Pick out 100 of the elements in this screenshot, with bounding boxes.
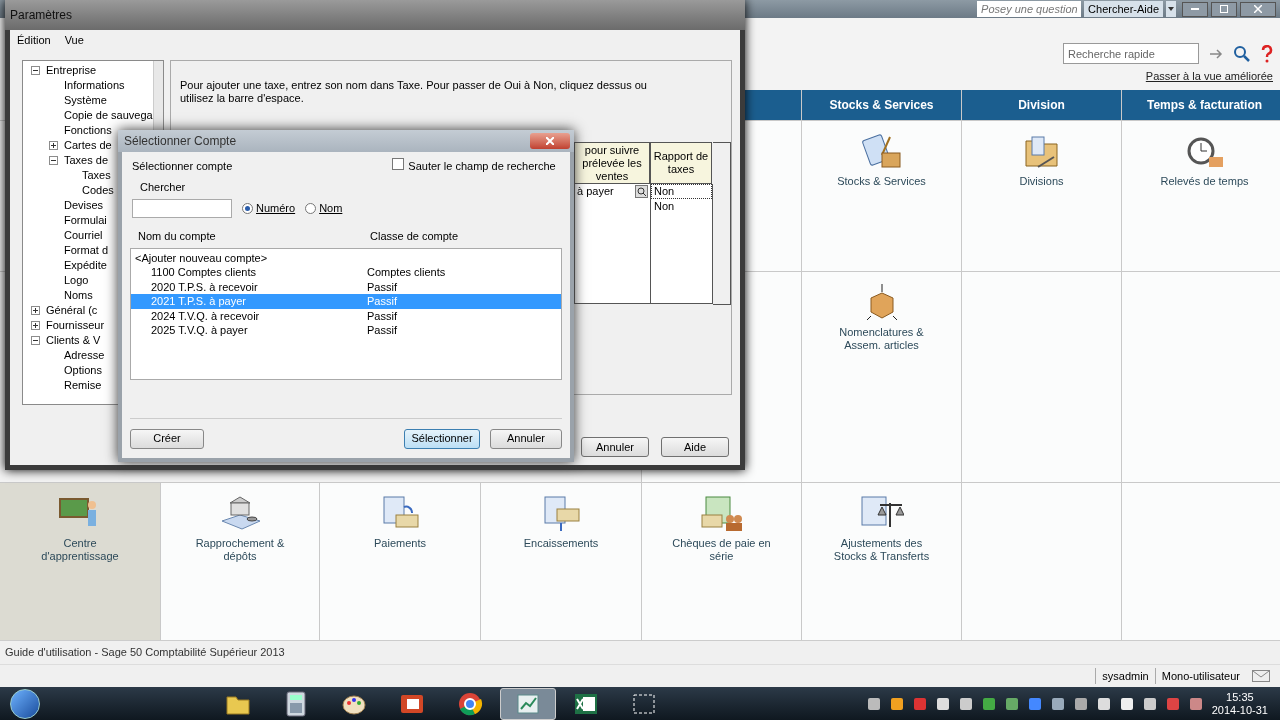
tree-item[interactable]: Clients & V: [46, 332, 101, 349]
dialog-button[interactable]: Annuler: [581, 437, 649, 457]
mail-icon[interactable]: [1252, 670, 1270, 682]
cancel-button[interactable]: Annuler: [490, 428, 562, 449]
tray-icon[interactable]: [1097, 697, 1110, 710]
dropdown-button[interactable]: [1166, 1, 1176, 17]
search-icon[interactable]: [635, 185, 648, 198]
calculator-icon[interactable]: [285, 690, 307, 717]
tray-icon[interactable]: [1143, 697, 1156, 710]
dashed-square-icon[interactable]: [631, 691, 657, 716]
tile-label[interactable]: Rapprochement & dépôts: [184, 537, 296, 563]
tile-label[interactable]: Stocks & Services: [833, 175, 930, 188]
tree-item[interactable]: Fonctions: [64, 122, 112, 139]
tree-item[interactable]: Noms: [64, 287, 93, 304]
list-row[interactable]: 2025 T.V.Q. à payer Passif: [131, 323, 561, 338]
search-icon[interactable]: [1233, 44, 1251, 63]
cheques-people-icon: [699, 493, 744, 533]
table-cell[interactable]: Non: [651, 184, 712, 199]
tree-item[interactable]: Cartes de: [64, 137, 112, 154]
tree-item[interactable]: Copie de sauvega: [64, 107, 153, 124]
tree-item[interactable]: Formulai: [64, 212, 107, 229]
column-header: Classe de compte: [370, 229, 459, 244]
arrow-right-icon[interactable]: [1209, 47, 1223, 60]
radio-label[interactable]: Numéro: [256, 200, 296, 217]
table-cell[interactable]: Non: [651, 199, 712, 214]
expand-icon[interactable]: [31, 321, 40, 330]
tray-icon[interactable]: [959, 697, 972, 710]
user-name: sysadmin: [1095, 667, 1155, 685]
collapse-icon[interactable]: [49, 156, 58, 165]
tree-item[interactable]: Système: [64, 92, 107, 109]
radio-label[interactable]: Nom: [319, 200, 343, 217]
tree-item[interactable]: Courriel: [64, 227, 103, 244]
tile-label[interactable]: Divisions: [1015, 175, 1068, 188]
radio-button[interactable]: [305, 203, 317, 214]
column-header: Temps & facturation: [1122, 90, 1280, 120]
tile-label[interactable]: Ajustements des Stocks & Transferts: [825, 537, 938, 563]
checkbox-label[interactable]: Sauter le champ de recherche: [408, 158, 556, 175]
tray-icon[interactable]: [936, 697, 949, 710]
spreadsheet-icon[interactable]: [573, 691, 599, 716]
collapse-icon[interactable]: [31, 66, 40, 75]
tray-icon[interactable]: [1074, 697, 1087, 710]
tree-item[interactable]: Informations: [64, 77, 125, 94]
tile-label[interactable]: Centre d'apprentissage: [24, 537, 136, 563]
expand-icon[interactable]: [31, 306, 40, 315]
tree-item[interactable]: Expédite: [64, 257, 107, 274]
tree-item[interactable]: Général (c: [46, 302, 98, 319]
tree-item[interactable]: Fournisseur: [46, 317, 105, 334]
tray-icon[interactable]: [1005, 697, 1018, 710]
tile-label[interactable]: Nomenclatures & Assem. articles: [825, 326, 938, 352]
list-row[interactable]: 1100 Comptes clients Comptes clients: [131, 265, 561, 280]
round-logo-icon[interactable]: [457, 690, 483, 717]
dialog-button[interactable]: Aide: [661, 437, 729, 457]
create-button[interactable]: Créer: [130, 428, 204, 449]
collapse-icon[interactable]: [31, 336, 40, 345]
select-button[interactable]: Sélectionner: [404, 428, 480, 449]
tree-item[interactable]: Entreprise: [46, 62, 97, 79]
list-row[interactable]: 2020 T.P.S. à recevoir Passif: [131, 279, 561, 294]
tree-item[interactable]: Remise: [64, 377, 102, 394]
list-row[interactable]: <Ajouter nouveau compte>: [131, 250, 561, 265]
tray-icon[interactable]: [1189, 697, 1202, 710]
help-icon[interactable]: [1261, 44, 1273, 63]
help-question-field[interactable]: Posey une question: [977, 1, 1082, 17]
menu-item[interactable]: Vue: [64, 31, 84, 49]
quick-search-field[interactable]: Recherche rapide: [1063, 43, 1199, 64]
tree-item[interactable]: Adresse: [64, 347, 105, 364]
tree-item[interactable]: Devises: [64, 197, 104, 214]
menu-item[interactable]: Édition: [17, 31, 51, 49]
tree-item[interactable]: Taxes: [82, 167, 111, 184]
radio-button[interactable]: [242, 203, 253, 214]
tree-item[interactable]: Options: [64, 362, 102, 379]
close-button[interactable]: [1240, 1, 1276, 17]
search-field[interactable]: [132, 199, 232, 218]
view-link[interactable]: Passer à la vue améliorée: [1145, 68, 1273, 85]
tray-icon[interactable]: [1120, 697, 1133, 710]
list-row[interactable]: 2024 T.V.Q. à recevoir Passif: [131, 308, 561, 323]
clock-date: 2014-10-31: [1211, 703, 1268, 717]
taskbar-button[interactable]: [500, 687, 556, 720]
dialog-title: Sélectionner Compte: [124, 133, 237, 150]
tree-item[interactable]: Codes: [82, 182, 114, 199]
tree-item[interactable]: Format d: [64, 242, 108, 259]
tree-item[interactable]: Logo: [64, 272, 89, 289]
checkbox[interactable]: [392, 158, 405, 170]
close-button[interactable]: [530, 133, 570, 149]
field-label: Chercher: [140, 179, 187, 195]
tile-label[interactable]: Relevés de temps: [1156, 175, 1253, 188]
caret-icon: [1168, 7, 1174, 11]
clipboard-box-icon: [859, 131, 904, 171]
expand-icon[interactable]: [49, 141, 58, 150]
tray-icon[interactable]: [867, 697, 880, 710]
tile-label[interactable]: Paiements: [370, 537, 430, 550]
tray-icon[interactable]: [890, 697, 903, 710]
tree-item[interactable]: Taxes de: [64, 152, 109, 169]
start-button[interactable]: [10, 688, 40, 719]
tile-label[interactable]: Encaissements: [519, 537, 603, 550]
maximize-button[interactable]: [1211, 1, 1237, 17]
minimize-button[interactable]: [1182, 1, 1208, 17]
tray-icon[interactable]: [1051, 697, 1064, 710]
tile-label[interactable]: Chèques de paie en série: [665, 537, 778, 563]
help-search-button[interactable]: Chercher-Aide: [1084, 1, 1163, 17]
window-title: Paramètres: [10, 7, 73, 24]
